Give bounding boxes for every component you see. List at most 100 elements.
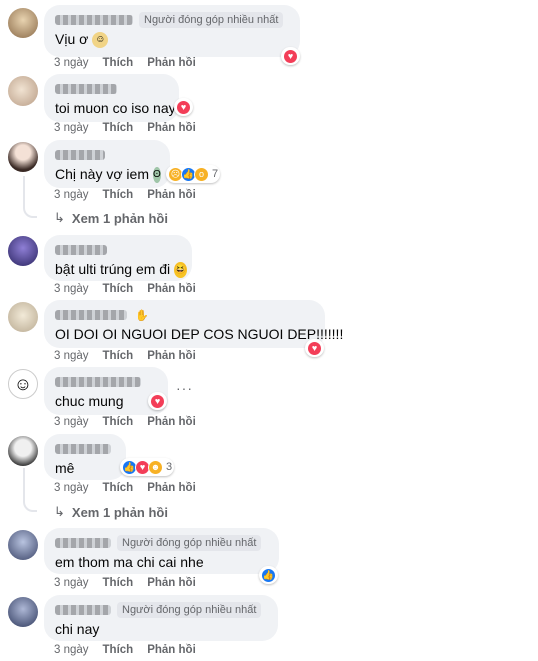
comment-text: chi nay [55,621,100,637]
like-link[interactable]: Thích [103,482,134,494]
comment-text: toi muon co iso nay [55,100,176,116]
like-link[interactable]: Thích [103,416,134,428]
reaction-summary[interactable]: ♥ [148,392,167,410]
like-link[interactable]: Thích [103,57,134,69]
top-fan-badge: Người đóng góp nhiều nhất [117,535,262,551]
laugh-icon: 😆 [174,261,187,278]
top-fan-badge: Người đóng góp nhiều nhất [117,602,262,618]
commenter-name[interactable] [55,377,141,387]
comment-bubble: chuc mung [44,367,168,415]
like-link[interactable]: Thích [103,350,134,362]
timestamp[interactable]: 3 ngày [54,482,89,494]
reply-link[interactable]: Phản hồi [147,416,196,428]
comment-text: mê [55,460,75,476]
comment-actions: 3 ngày Thích Phản hồi [54,577,210,589]
comment-actions: 3 ngày Thích Phản hồi [54,644,210,656]
commenter-name[interactable] [55,150,105,160]
commenter-name[interactable] [55,84,117,94]
comment-actions: 3 ngày Thích Phản hồi [54,283,210,295]
avatar[interactable] [8,8,38,38]
comment-actions: 3 ngày Thích Phản hồi [54,189,210,201]
wave-icon: ✋ [135,309,149,322]
reply-link[interactable]: Phản hồi [147,283,196,295]
comment-text: chuc mung [55,393,124,409]
comment-bubble: Chị này vợ iem ʘ [44,140,170,188]
avatar[interactable] [8,142,38,172]
reply-thread-line [23,468,37,512]
avatar[interactable] [8,597,38,627]
like-link[interactable]: Thích [103,283,134,295]
reply-link[interactable]: Phản hồi [147,577,196,589]
commenter-name[interactable] [55,538,111,548]
reply-thread-line [23,176,37,218]
comment-actions: 3 ngày Thích Phản hồi [54,350,210,362]
comment-actions: 3 ngày Thích Phản hồi [54,482,210,494]
comment-text: OI DOI OI NGUOI DEP COS NGUOI DEP!!!!!!! [55,326,344,342]
reaction-summary[interactable]: ☹ 👍 o 7 [166,165,221,183]
reaction-summary[interactable]: ♥ [305,339,324,357]
comment-bubble: bật ulti trúng em đi 😆 [44,235,192,281]
timestamp[interactable]: 3 ngày [54,350,89,362]
like-link[interactable]: Thích [103,122,134,134]
comment-actions: 3 ngày Thích Phản hồi [54,416,210,428]
wow-icon: o [194,166,209,182]
more-options-icon[interactable]: ··· [176,380,193,396]
timestamp[interactable]: 3 ngày [54,122,89,134]
reaction-summary[interactable]: ♥ [174,98,193,116]
commenter-name[interactable] [55,444,111,454]
like-link[interactable]: Thích [103,644,134,656]
comment-text: Chị này vợ iem [55,166,149,182]
timestamp[interactable]: 3 ngày [54,283,89,295]
view-replies-label: Xem 1 phản hồi [71,504,168,520]
timestamp[interactable]: 3 ngày [54,577,89,589]
reaction-count: 3 [166,461,173,473]
avatar[interactable] [8,302,38,332]
comment-bubble: mê [44,434,126,480]
reply-link[interactable]: Phản hồi [147,57,196,69]
heart-icon: ♥ [307,340,322,356]
comment-bubble: Người đóng góp nhiều nhất Vịu ơ ☺ [44,5,300,57]
avatar[interactable] [8,530,38,560]
reply-link[interactable]: Phản hồi [147,482,196,494]
reply-link[interactable]: Phản hồi [147,644,196,656]
comment-text: Vịu ơ [55,31,89,47]
reaction-summary[interactable]: 👍 ♥ ☻ 3 [120,458,175,476]
avatar[interactable] [8,236,38,266]
view-replies-link[interactable]: ↳ Xem 1 phản hồi [54,210,168,226]
avatar[interactable] [8,436,38,466]
laugh-icon: ☻ [148,459,163,475]
timestamp[interactable]: 3 ngày [54,644,89,656]
reply-link[interactable]: Phản hồi [147,122,196,134]
reaction-count: 7 [212,168,219,180]
commenter-name[interactable] [55,15,133,25]
heart-icon: ♥ [176,99,191,115]
reaction-summary[interactable]: ♥ [281,47,300,65]
reply-link[interactable]: Phản hồi [147,350,196,362]
reply-link[interactable]: Phản hồi [147,189,196,201]
commenter-name[interactable] [55,605,111,615]
commenter-name[interactable] [55,245,107,255]
like-link[interactable]: Thích [103,189,134,201]
top-fan-badge: Người đóng góp nhiều nhất [139,12,284,28]
timestamp[interactable]: 3 ngày [54,416,89,428]
heart-icon: ♥ [150,393,165,409]
like-icon: 👍 [261,567,276,583]
avatar[interactable]: ☺ [8,369,38,399]
timestamp[interactable]: 3 ngày [54,57,89,69]
comment-bubble: toi muon co iso nay [44,74,179,122]
grin-icon: ʘ [153,166,161,183]
view-replies-label: Xem 1 phản hồi [71,210,168,226]
smile-icon: ☺ [92,31,109,48]
timestamp[interactable]: 3 ngày [54,189,89,201]
view-replies-link[interactable]: ↳ Xem 1 phản hồi [54,504,168,520]
avatar[interactable] [8,76,38,106]
comment-text: bật ulti trúng em đi [55,261,171,277]
reply-arrow-icon: ↳ [54,504,65,519]
like-link[interactable]: Thích [103,577,134,589]
commenter-name[interactable] [55,310,127,320]
comment-bubble: Người đóng góp nhiều nhất chi nay [44,595,278,641]
comment-text: em thom ma chi cai nhe [55,554,204,570]
heart-icon: ♥ [283,48,298,64]
comment-actions: 3 ngày Thích Phản hồi [54,57,210,69]
reaction-summary[interactable]: 👍 [259,566,278,584]
